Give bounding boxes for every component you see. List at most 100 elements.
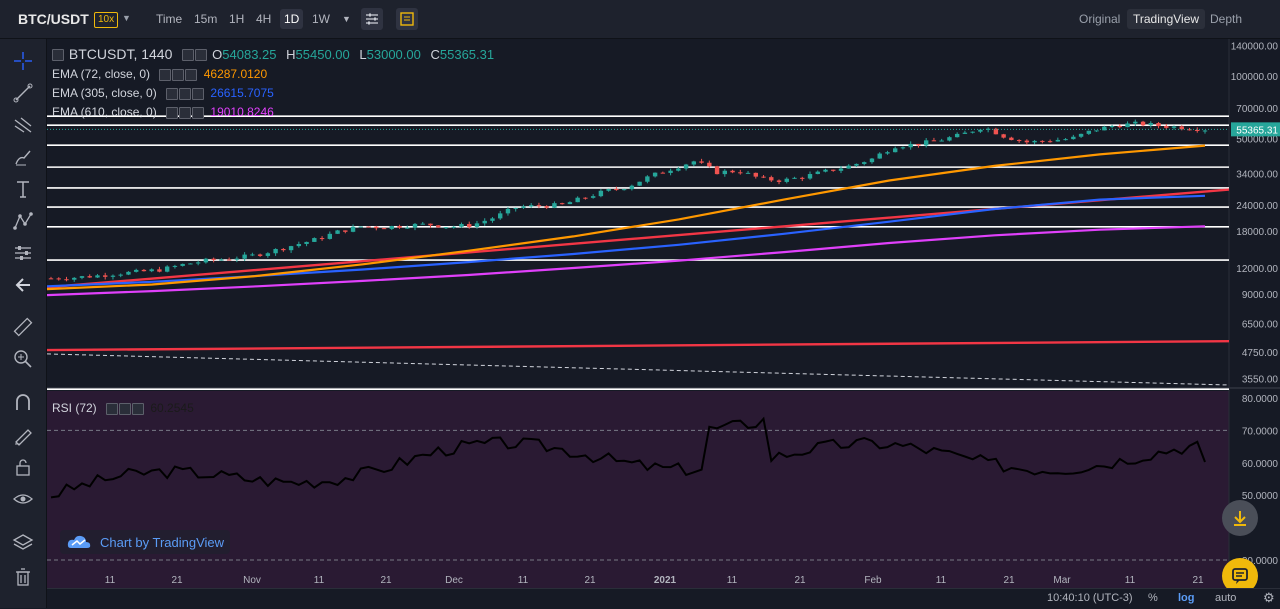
- candle-body[interactable]: [103, 275, 108, 277]
- view-depth[interactable]: Depth: [1204, 9, 1248, 29]
- candle-body[interactable]: [64, 279, 69, 281]
- candle-body[interactable]: [1140, 121, 1146, 126]
- indicators-settings-icon[interactable]: [361, 8, 383, 30]
- candle-body[interactable]: [683, 164, 689, 169]
- candle-body[interactable]: [397, 226, 402, 228]
- candle-body[interactable]: [1148, 123, 1153, 126]
- pattern-tool-icon[interactable]: [9, 207, 37, 235]
- candle-body[interactable]: [637, 181, 642, 186]
- candle-body[interactable]: [312, 238, 317, 242]
- candle-body[interactable]: [521, 206, 526, 208]
- candle-body[interactable]: [923, 140, 929, 146]
- candle-body[interactable]: [1055, 139, 1061, 142]
- candle-body[interactable]: [87, 276, 92, 278]
- candle-body[interactable]: [645, 176, 650, 182]
- candle-body[interactable]: [761, 176, 766, 178]
- candle-body[interactable]: [319, 238, 325, 240]
- candle-body[interactable]: [304, 241, 309, 244]
- percent-scale-toggle[interactable]: %: [1148, 592, 1158, 604]
- candle-body[interactable]: [769, 177, 774, 181]
- candle-body[interactable]: [614, 189, 619, 191]
- candle-body[interactable]: [118, 274, 123, 276]
- candle-body[interactable]: [559, 203, 565, 205]
- candle-body[interactable]: [846, 165, 851, 169]
- candle-body[interactable]: [436, 225, 441, 228]
- candle-body[interactable]: [288, 246, 294, 251]
- candle-body[interactable]: [443, 227, 449, 229]
- candle-body[interactable]: [745, 172, 751, 174]
- candle-body[interactable]: [327, 233, 333, 239]
- candle-body[interactable]: [893, 148, 898, 153]
- candle-body[interactable]: [149, 269, 154, 272]
- candle-body[interactable]: [110, 275, 116, 277]
- candle-body[interactable]: [854, 163, 859, 166]
- collapse-legend-icon[interactable]: [52, 49, 64, 62]
- candle-body[interactable]: [250, 254, 255, 256]
- candle-body[interactable]: [234, 258, 240, 260]
- candle-body[interactable]: [823, 169, 828, 172]
- text-tool-icon[interactable]: [9, 175, 37, 203]
- candle-body[interactable]: [1071, 136, 1076, 140]
- candle-body[interactable]: [877, 153, 882, 159]
- candle-body[interactable]: [467, 224, 472, 227]
- candle-body[interactable]: [652, 172, 658, 177]
- candle-body[interactable]: [195, 262, 201, 264]
- timeframe-time[interactable]: Time: [152, 9, 186, 29]
- candle-body[interactable]: [908, 143, 913, 148]
- candle-body[interactable]: [947, 137, 952, 141]
- candle-body[interactable]: [978, 129, 983, 132]
- candle-body[interactable]: [389, 226, 394, 229]
- candle-body[interactable]: [133, 269, 139, 272]
- candle-body[interactable]: [900, 147, 906, 149]
- candle-body[interactable]: [180, 263, 185, 266]
- candle-body[interactable]: [838, 168, 844, 171]
- candle-body[interactable]: [606, 189, 611, 191]
- candle-body[interactable]: [265, 253, 271, 256]
- candle-body[interactable]: [1125, 123, 1130, 128]
- candle-body[interactable]: [776, 180, 782, 182]
- ema610-settings-icon[interactable]: [166, 106, 179, 119]
- view-tradingview[interactable]: TradingView: [1127, 9, 1206, 29]
- candle-body[interactable]: [869, 158, 875, 163]
- candle-body[interactable]: [219, 259, 224, 261]
- candle-body[interactable]: [374, 226, 379, 229]
- candle-body[interactable]: [203, 258, 209, 263]
- candle-body[interactable]: [1195, 129, 1200, 131]
- candle-body[interactable]: [164, 266, 170, 272]
- candle-body[interactable]: [536, 205, 542, 207]
- candle-body[interactable]: [366, 226, 371, 228]
- fib-tools-icon[interactable]: [9, 111, 37, 139]
- candle-body[interactable]: [1040, 140, 1045, 142]
- candle-body[interactable]: [962, 132, 968, 134]
- candle-body[interactable]: [381, 228, 387, 230]
- eye-icon[interactable]: [9, 485, 37, 513]
- candle-body[interactable]: [660, 172, 666, 174]
- candle-body[interactable]: [815, 171, 820, 175]
- candle-body[interactable]: [528, 205, 534, 207]
- candle-body[interactable]: [157, 269, 162, 272]
- candle-body[interactable]: [482, 220, 487, 224]
- candle-body[interactable]: [459, 224, 464, 227]
- timeframe-1w[interactable]: 1W: [308, 9, 334, 29]
- candle-body[interactable]: [1109, 126, 1115, 128]
- log-scale-toggle[interactable]: log: [1178, 592, 1195, 604]
- candle-body[interactable]: [451, 226, 456, 228]
- candle-body[interactable]: [1202, 130, 1208, 132]
- trash-icon[interactable]: [9, 563, 37, 591]
- candle-body[interactable]: [583, 197, 588, 199]
- candle-body[interactable]: [1171, 126, 1177, 128]
- candle-body[interactable]: [281, 248, 286, 251]
- candle-body[interactable]: [420, 223, 425, 225]
- chart-template-icon[interactable]: [396, 8, 418, 30]
- candle-body[interactable]: [1009, 137, 1014, 141]
- legend-visibility-icon[interactable]: [195, 49, 208, 62]
- candle-body[interactable]: [629, 185, 635, 190]
- zoom-in-icon[interactable]: [9, 345, 37, 373]
- candle-body[interactable]: [1156, 123, 1161, 127]
- candle-body[interactable]: [72, 277, 77, 280]
- candle-body[interactable]: [490, 218, 495, 221]
- timeframe-4h[interactable]: 4H: [252, 9, 275, 29]
- candle-body[interactable]: [714, 166, 720, 175]
- candle-body[interactable]: [126, 271, 131, 275]
- candle-body[interactable]: [172, 265, 178, 267]
